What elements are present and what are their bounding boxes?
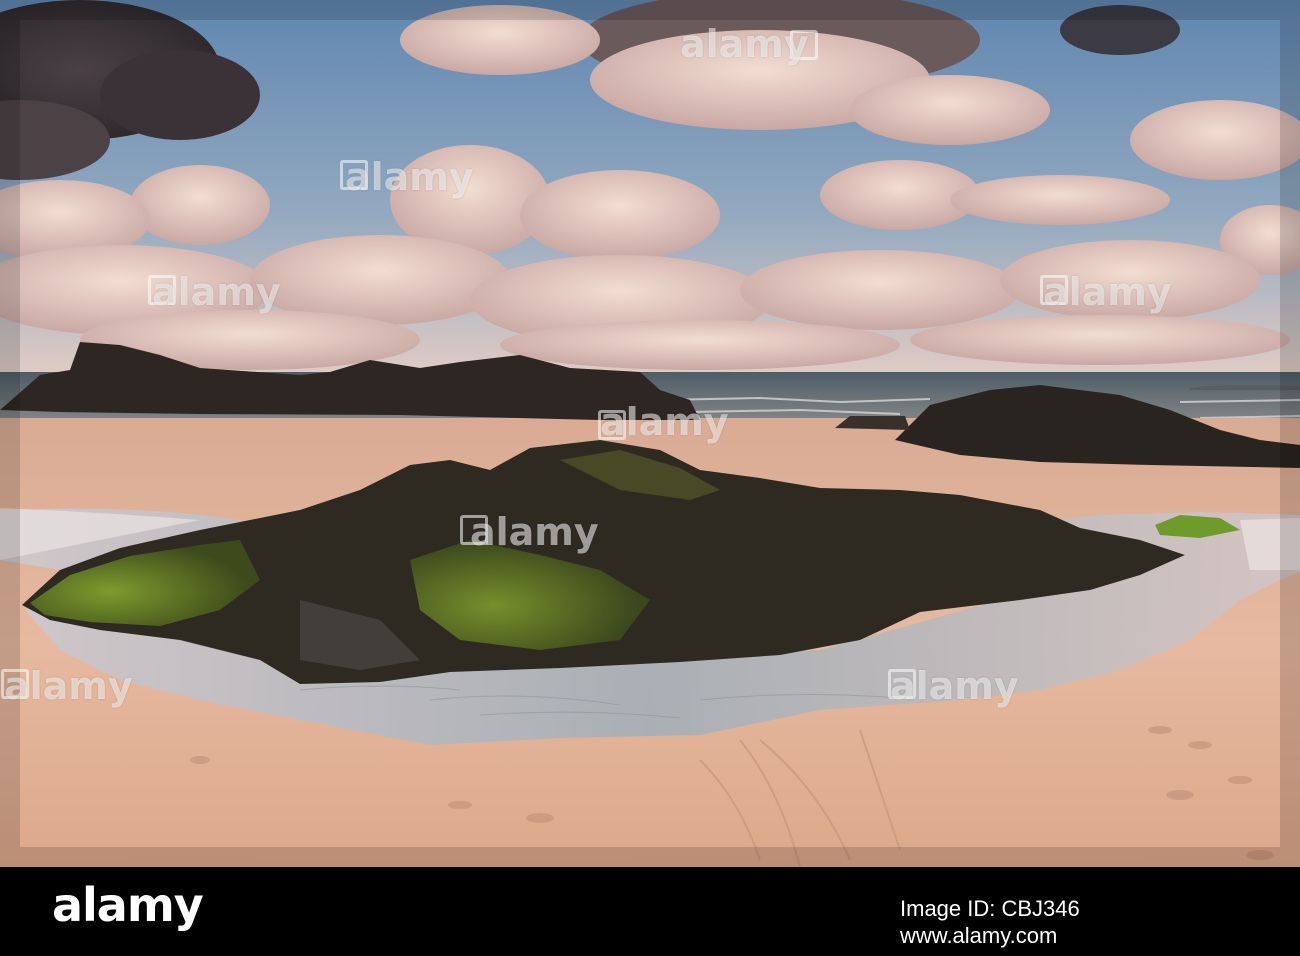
image-id-text: Image ID: CBJ346 <box>900 896 1080 921</box>
watermark-text: alamy <box>4 664 133 708</box>
watermark-text: alamy <box>600 400 729 444</box>
watermark-text: alamy <box>1043 270 1172 314</box>
watermark-text: alamy <box>890 664 1019 708</box>
footer-logo: alamy <box>52 878 204 932</box>
watermark-text: alamy <box>152 270 281 314</box>
watermark-text: alamy <box>470 510 599 554</box>
site-url-text: www.alamy.com <box>900 923 1058 948</box>
watermark-text: alamy <box>345 155 474 199</box>
watermark-text: alamy <box>680 22 809 66</box>
